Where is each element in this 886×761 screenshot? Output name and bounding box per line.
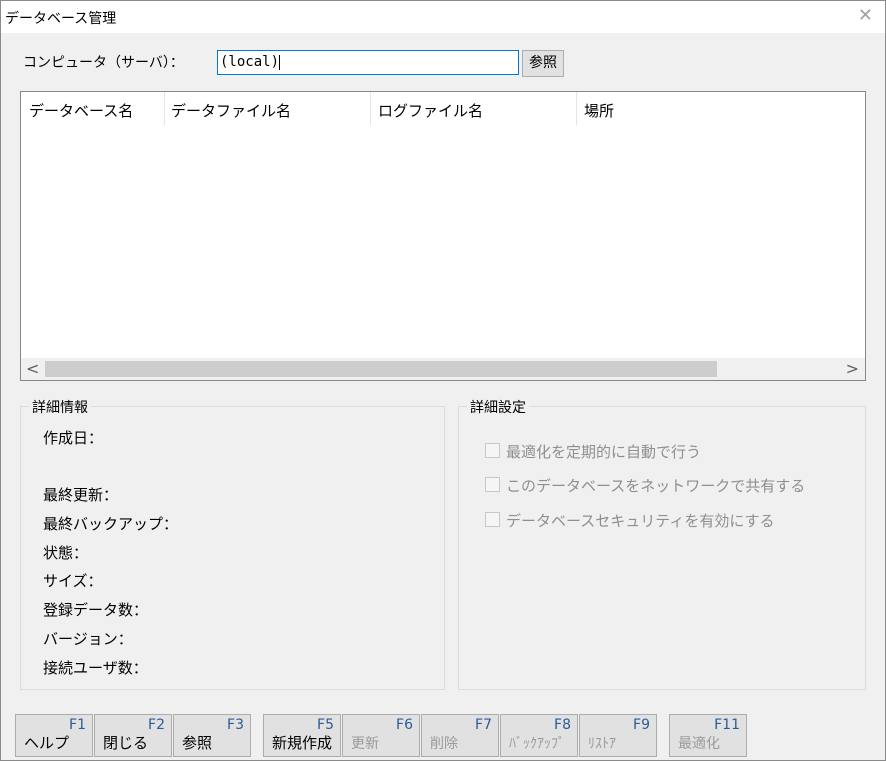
scroll-left-arrow-icon[interactable]: < [26,359,39,378]
update-label: 更新 [351,736,379,752]
create-new-button[interactable]: F5 新規作成 [263,714,341,757]
auto-optimize-label: 最適化を定期的に自動で行う [506,443,702,461]
scroll-right-arrow-icon[interactable]: > [846,359,859,378]
enable-security-checkbox[interactable] [485,512,500,527]
column-header-database-name[interactable]: データベース名 [29,100,133,121]
scrollbar-thumb[interactable] [45,361,717,377]
restore-button[interactable]: F9 ﾘｽﾄｱ [579,714,657,757]
f6-key-label: F6 [396,717,413,733]
created-date-label: 作成日： [43,429,104,447]
column-divider[interactable] [370,92,371,125]
close-button[interactable]: F2 閉じる [94,714,172,757]
optimize-label: 最適化 [678,736,720,752]
backup-button[interactable]: F8 ﾊﾞｯｸｱｯﾌﾟ [500,714,578,757]
f8-key-label: F8 [554,717,571,733]
text-caret [279,54,281,70]
computer-input[interactable]: (local) [217,50,519,75]
version-label: バージョン： [43,630,133,648]
close-label: 閉じる [103,734,149,752]
backup-label: ﾊﾞｯｸｱｯﾌﾟ [509,736,565,752]
delete-label: 削除 [430,736,458,752]
f11-key-label: F11 [714,717,740,733]
details-group: 詳細情報 作成日： 最終更新： 最終バックアップ： 状態： サイズ： 登録データ… [20,397,445,690]
database-manager-window: データベース管理 ✕ コンピュータ（サーバ）： (local) 参照 データベー… [0,0,886,761]
state-label: 状態： [43,544,89,562]
f1-key-label: F1 [69,717,86,733]
column-divider[interactable] [164,92,165,125]
optimize-button[interactable]: F11 最適化 [669,714,747,757]
settings-group: 詳細設定 最適化を定期的に自動で行う このデータベースをネットワークで共有する … [458,397,866,690]
horizontal-scrollbar[interactable]: < > [21,358,865,380]
list-header: データベース名 データファイル名 ログファイル名 場所 [21,92,865,125]
delete-button[interactable]: F7 削除 [421,714,499,757]
f2-key-label: F2 [148,717,165,733]
database-list[interactable]: データベース名 データファイル名 ログファイル名 場所 < > [20,91,866,381]
help-label: ヘルプ [24,734,70,752]
help-button[interactable]: F1 ヘルプ [15,714,93,757]
auto-optimize-option[interactable]: 最適化を定期的に自動で行う [485,441,701,462]
function-key-bar: F1 ヘルプ F2 閉じる F3 参照 F5 新規作成 F6 更新 F7 削除 … [1,706,885,760]
f7-key-label: F7 [475,717,492,733]
auto-optimize-checkbox[interactable] [485,443,500,458]
settings-group-title: 詳細設定 [467,397,529,417]
share-network-option[interactable]: このデータベースをネットワークで共有する [485,475,805,496]
enable-security-label: データベースセキュリティを有効にする [506,512,775,530]
reference-button[interactable]: F3 参照 [173,714,251,757]
column-header-location[interactable]: 場所 [584,100,614,121]
computer-input-value: (local) [220,54,280,70]
connected-users-label: 接続ユーザ数： [43,659,148,677]
enable-security-option[interactable]: データベースセキュリティを有効にする [485,510,775,531]
close-icon[interactable]: ✕ [858,5,873,26]
title-bar: データベース管理 ✕ [1,1,885,33]
last-updated-label: 最終更新： [43,486,119,504]
update-button[interactable]: F6 更新 [342,714,420,757]
column-header-log-file[interactable]: ログファイル名 [378,100,483,121]
column-header-data-file[interactable]: データファイル名 [171,100,291,121]
column-divider[interactable] [576,92,577,125]
window-title: データベース管理 [5,11,117,27]
share-network-checkbox[interactable] [485,477,500,492]
restore-label: ﾘｽﾄｱ [588,736,616,752]
f5-key-label: F5 [317,717,334,733]
size-label: サイズ： [43,572,103,590]
reference-label: 参照 [182,734,213,752]
record-count-label: 登録データ数： [43,601,149,619]
f3-key-label: F3 [227,717,244,733]
f9-key-label: F9 [633,717,650,733]
browse-button[interactable]: 参照 [522,50,564,77]
share-network-label: このデータベースをネットワークで共有する [506,477,806,495]
last-backup-label: 最終バックアップ： [43,515,179,533]
computer-label: コンピュータ（サーバ）： [23,55,184,71]
details-group-title: 詳細情報 [29,397,91,417]
create-new-label: 新規作成 [272,734,333,752]
